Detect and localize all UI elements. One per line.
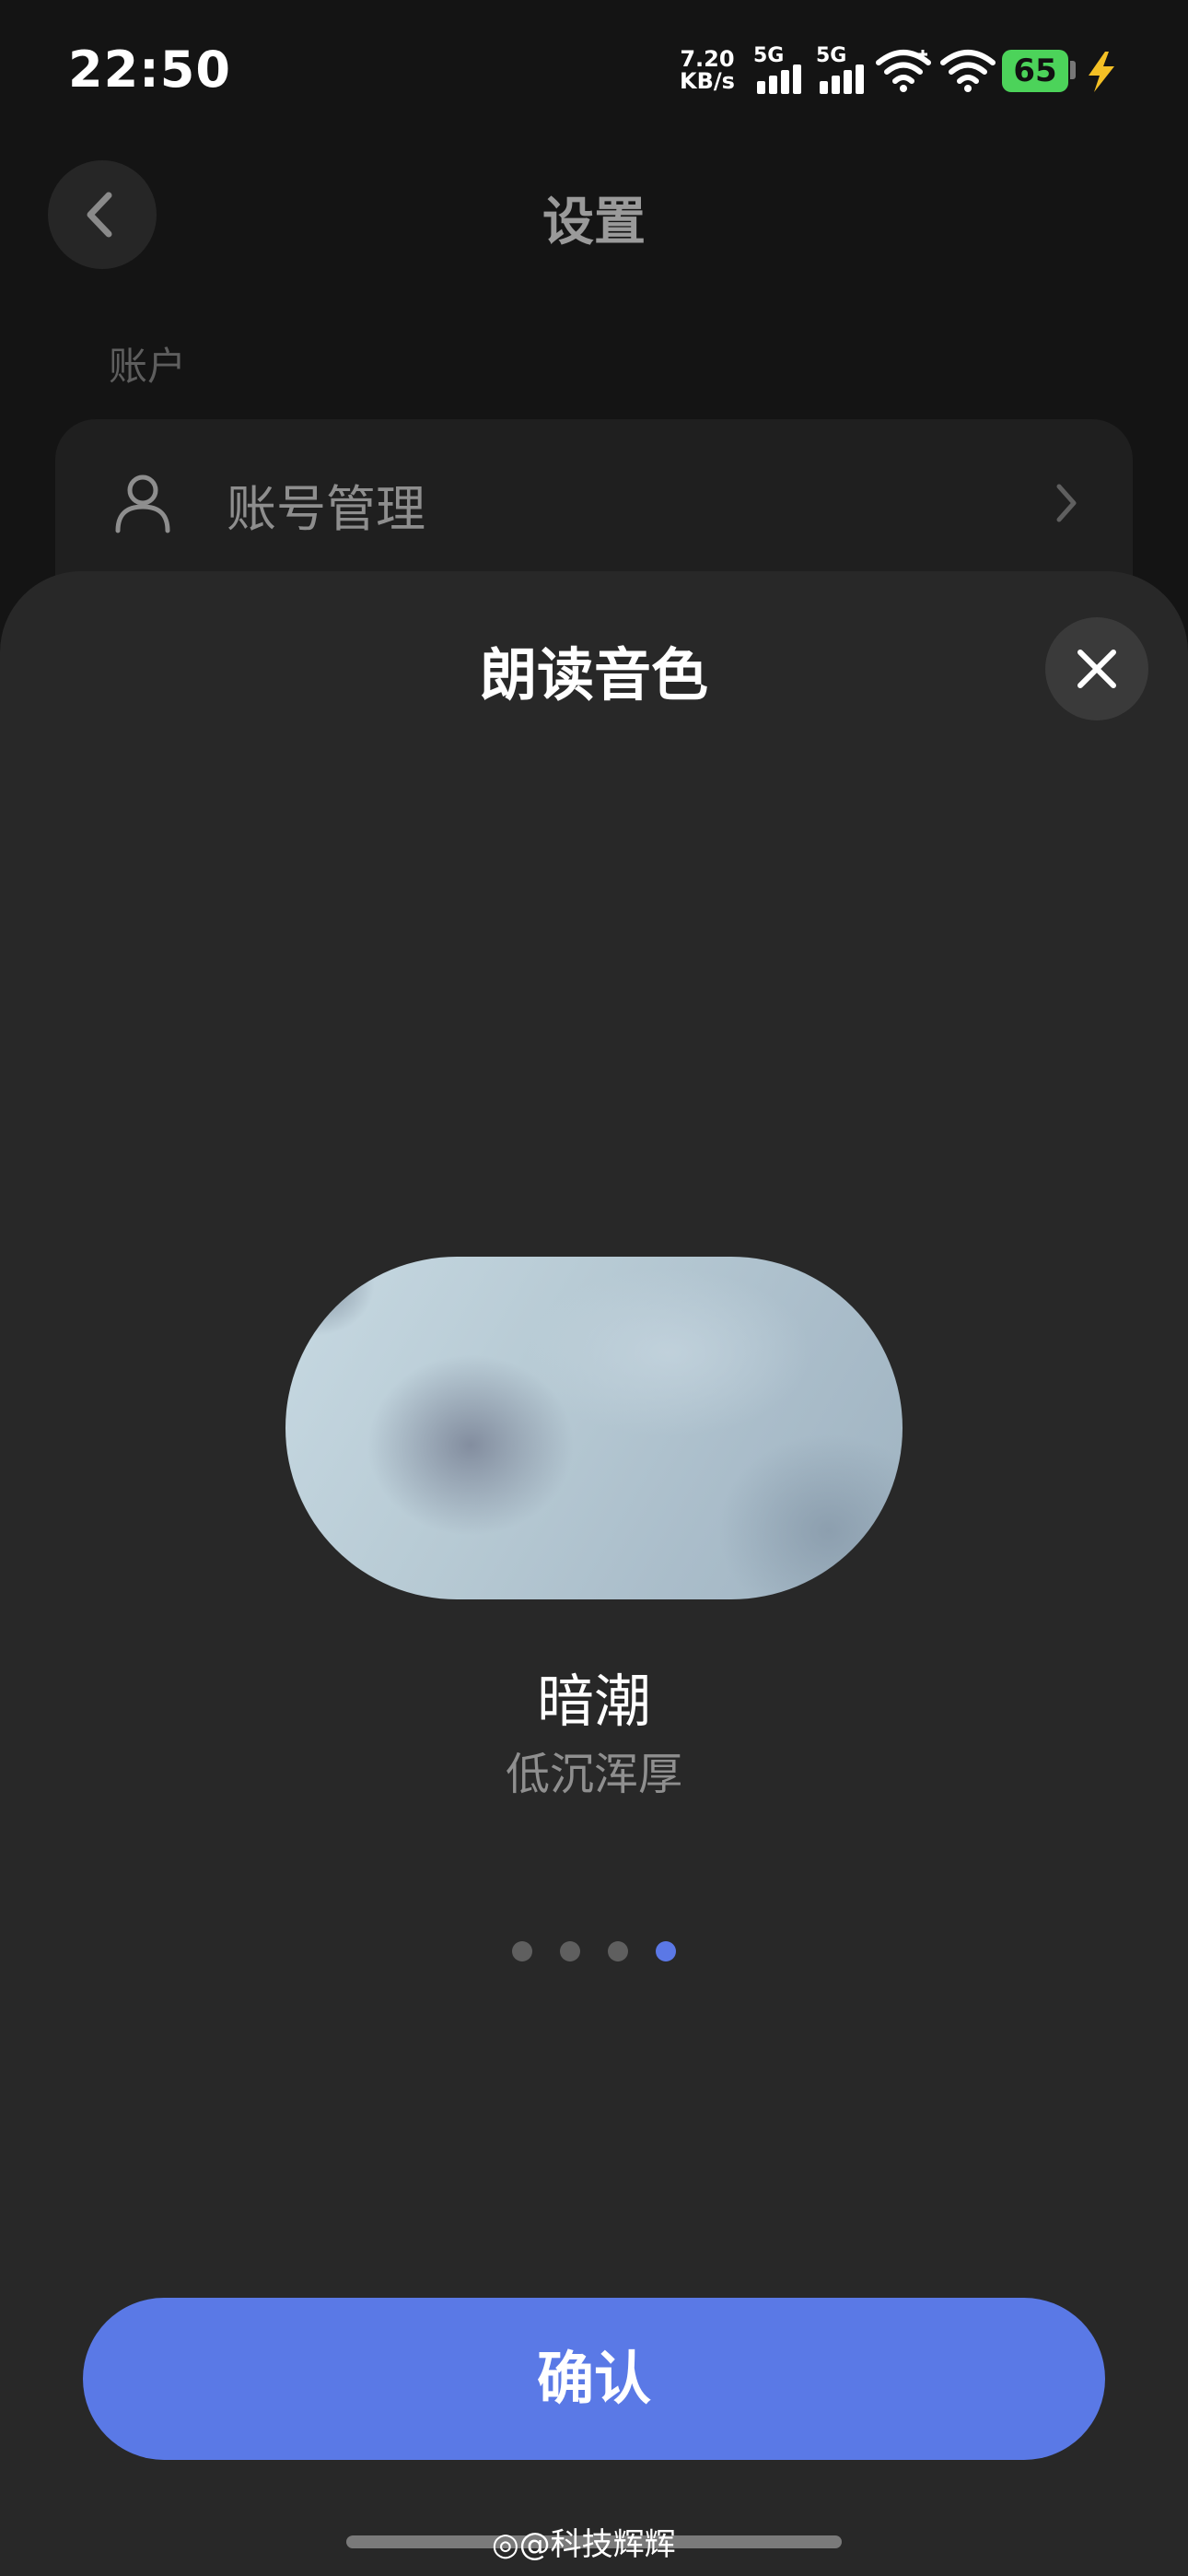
signal-icon: 5G <box>753 44 809 94</box>
charging-icon <box>1089 52 1114 92</box>
close-button[interactable] <box>1045 617 1148 720</box>
account-management-label: 账号管理 <box>227 480 425 538</box>
wifi-icon <box>940 50 996 92</box>
section-label-account: 账户 <box>109 344 187 389</box>
pagination-dot[interactable] <box>512 1941 532 1961</box>
network-speed-unit: KB/s <box>680 68 735 94</box>
signal-label: 5G <box>753 44 785 67</box>
chevron-right-icon <box>1056 484 1077 522</box>
confirm-button[interactable]: 确认 <box>83 2298 1105 2460</box>
weibo-icon: ◎ <box>492 2526 519 2563</box>
voice-artwork[interactable] <box>285 1257 903 1599</box>
signal-label: 5G <box>816 44 847 67</box>
pagination-dot[interactable] <box>608 1941 628 1961</box>
watermark: ◎@科技辉辉 <box>492 2519 676 2564</box>
page-title: 设置 <box>542 193 646 252</box>
network-speed-value: 7.20 <box>680 46 735 72</box>
status-bar: 22:50 7.20 KB/s 5G 5G 65 <box>0 0 1188 138</box>
sheet-title: 朗读音色 <box>479 641 708 708</box>
status-time: 22:50 <box>68 41 231 99</box>
watermark-text: @科技辉辉 <box>518 2526 676 2563</box>
voice-name: 暗潮 <box>536 1668 651 1735</box>
user-icon <box>115 474 170 533</box>
network-speed: 7.20 KB/s <box>680 48 735 92</box>
battery-cap <box>1070 61 1076 79</box>
voice-description: 低沉浑厚 <box>505 1749 682 1800</box>
pagination-dot[interactable] <box>560 1941 580 1961</box>
signal-icon: 5G <box>816 44 871 94</box>
pagination-dot-active[interactable] <box>656 1941 676 1961</box>
wifi-icon <box>876 50 931 92</box>
close-icon <box>1077 650 1116 688</box>
battery-icon: 65 <box>1002 50 1068 92</box>
